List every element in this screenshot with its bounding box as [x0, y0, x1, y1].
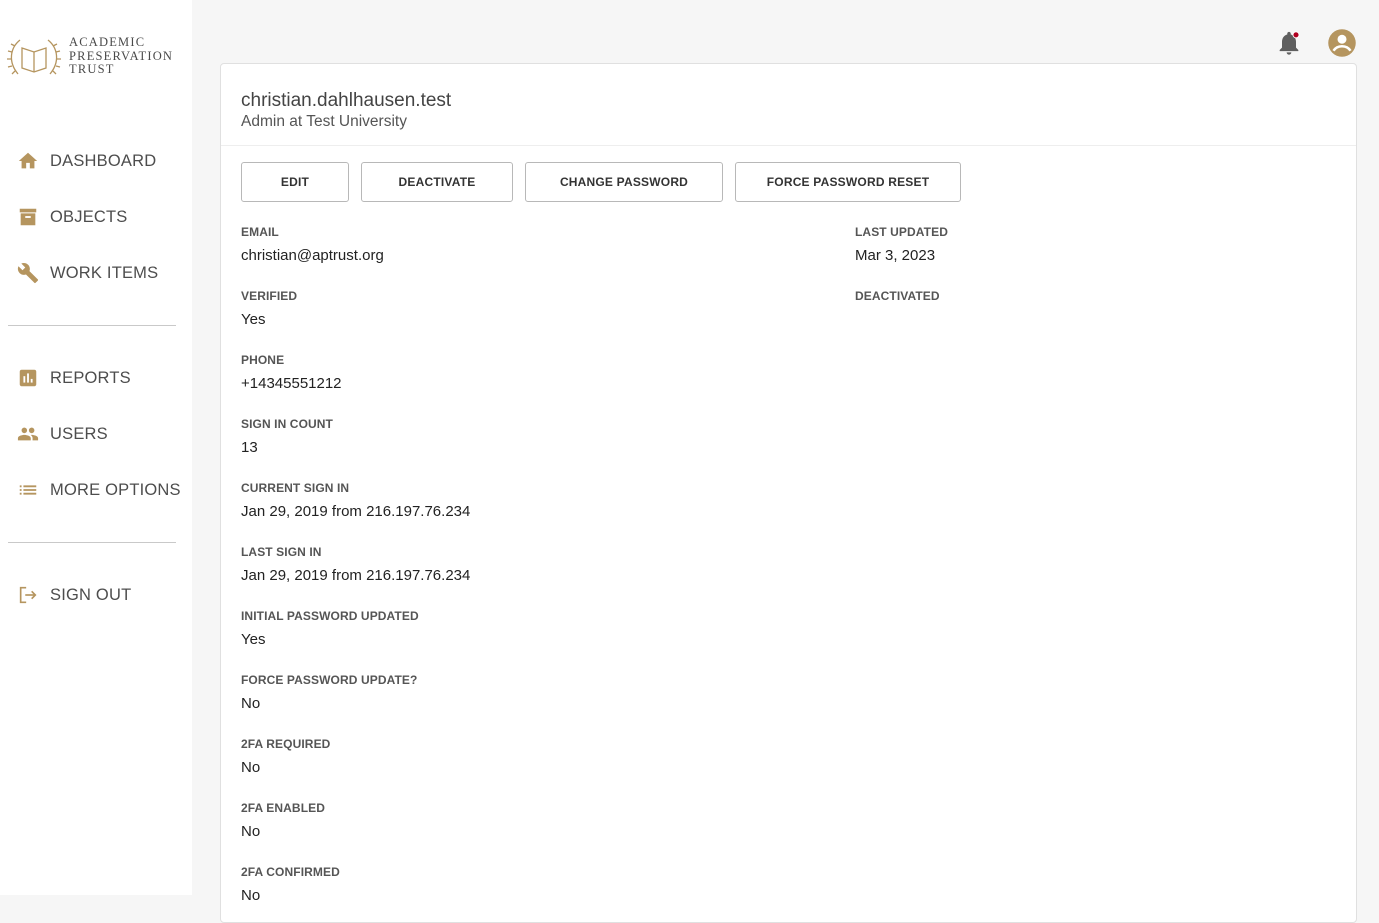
field-label: LAST UPDATED [855, 225, 948, 239]
field-2fa-enabled: 2FA ENABLED No [241, 801, 325, 841]
card-header: christian.dahlhausen.test Admin at Test … [221, 64, 1356, 146]
sidebar-divider [8, 325, 176, 326]
field-value: No [241, 695, 261, 712]
field-2fa-confirmed: 2FA CONFIRMED No [241, 865, 340, 905]
sidebar-item-objects[interactable]: OBJECTS [16, 202, 128, 232]
field-initial-password-updated: INITIAL PASSWORD UPDATED Yes [241, 609, 419, 649]
field-value: No [241, 887, 261, 904]
sidebar-divider [8, 542, 176, 543]
field-label: CURRENT SIGN IN [241, 481, 350, 495]
logout-icon [16, 583, 40, 607]
home-icon [16, 149, 40, 173]
field-label: DEACTIVATED [855, 289, 940, 303]
field-sign-in-count: SIGN IN COUNT 13 [241, 417, 333, 457]
sidebar-item-more-options[interactable]: MORE OPTIONS [16, 475, 181, 505]
user-detail-card: christian.dahlhausen.test Admin at Test … [220, 63, 1357, 923]
list-icon [16, 478, 40, 502]
sidebar-item-work-items[interactable]: WORK ITEMS [16, 258, 158, 288]
sidebar-item-users[interactable]: USERS [16, 419, 108, 449]
user-role: Admin at Test University [241, 113, 407, 130]
field-last-sign-in: LAST SIGN IN Jan 29, 2019 from 216.197.7… [241, 545, 470, 585]
field-label: VERIFIED [241, 289, 298, 303]
sidebar-item-label: USERS [50, 424, 108, 443]
field-value: Mar 3, 2023 [855, 247, 936, 264]
sidebar-item-dashboard[interactable]: DASHBOARD [16, 146, 156, 176]
user-username: christian.dahlhausen.test [241, 90, 452, 111]
field-label: FORCE PASSWORD UPDATE? [241, 673, 418, 687]
field-verified: VERIFIED Yes [241, 289, 297, 329]
field-value: Yes [241, 311, 266, 328]
sidebar-item-label: SIGN OUT [50, 585, 132, 604]
field-value: 13 [241, 439, 258, 456]
action-buttons: EDIT DEACTIVATE CHANGE PASSWORD FORCE PA… [241, 162, 961, 202]
notification-dot [1292, 31, 1300, 39]
field-value: christian@aptrust.org [241, 247, 384, 264]
logo-text: ACADEMIC PRESERVATION TRUST [69, 35, 174, 77]
force-password-reset-button[interactable]: FORCE PASSWORD RESET [735, 162, 961, 202]
field-label: 2FA CONFIRMED [241, 865, 340, 879]
field-value: Yes [241, 631, 266, 648]
field-label: LAST SIGN IN [241, 545, 322, 559]
sidebar-item-label: OBJECTS [50, 207, 128, 226]
field-value: Jan 29, 2019 from 216.197.76.234 [241, 567, 471, 584]
field-last-updated: LAST UPDATED Mar 3, 2023 [855, 225, 948, 265]
edit-button[interactable]: EDIT [241, 162, 349, 202]
field-value: No [241, 759, 261, 776]
logo-line-3: TRUST [69, 62, 115, 76]
field-email: EMAIL christian@aptrust.org [241, 225, 384, 265]
field-label: PHONE [241, 353, 285, 367]
field-label: SIGN IN COUNT [241, 417, 333, 431]
sidebar: ACADEMIC PRESERVATION TRUST DASHBOARD OB… [0, 0, 192, 895]
change-password-button[interactable]: CHANGE PASSWORD [525, 162, 723, 202]
wrench-icon [16, 261, 40, 285]
sidebar-item-sign-out[interactable]: SIGN OUT [16, 580, 131, 610]
field-value: +14345551212 [241, 375, 342, 392]
field-current-sign-in: CURRENT SIGN IN Jan 29, 2019 from 216.19… [241, 481, 470, 521]
bar-chart-icon [16, 366, 40, 390]
account-circle-icon[interactable] [1327, 28, 1357, 58]
field-2fa-required: 2FA REQUIRED No [241, 737, 330, 777]
field-deactivated: DEACTIVATED [855, 289, 940, 311]
sidebar-item-label: MORE OPTIONS [50, 480, 181, 499]
sidebar-item-label: REPORTS [50, 368, 131, 387]
field-label: EMAIL [241, 225, 279, 239]
deactivate-button[interactable]: DEACTIVATE [361, 162, 513, 202]
aptrust-logo[interactable]: ACADEMIC PRESERVATION TRUST [6, 32, 186, 82]
field-phone: PHONE +14345551212 [241, 353, 342, 393]
archive-icon [16, 205, 40, 229]
field-label: INITIAL PASSWORD UPDATED [241, 609, 419, 623]
field-label: 2FA ENABLED [241, 801, 325, 815]
notifications-bell-icon[interactable] [1275, 29, 1303, 57]
people-icon [16, 422, 40, 446]
sidebar-item-label: WORK ITEMS [50, 263, 159, 282]
field-value: No [241, 823, 261, 840]
laurel-book-icon [7, 39, 61, 75]
logo-line-1: ACADEMIC [69, 35, 146, 49]
sidebar-item-reports[interactable]: REPORTS [16, 363, 131, 393]
sidebar-item-label: DASHBOARD [50, 151, 157, 170]
field-force-password-update: FORCE PASSWORD UPDATE? No [241, 673, 417, 713]
field-value: Jan 29, 2019 from 216.197.76.234 [241, 503, 471, 520]
field-label: 2FA REQUIRED [241, 737, 331, 751]
logo-line-2: PRESERVATION [69, 48, 174, 63]
